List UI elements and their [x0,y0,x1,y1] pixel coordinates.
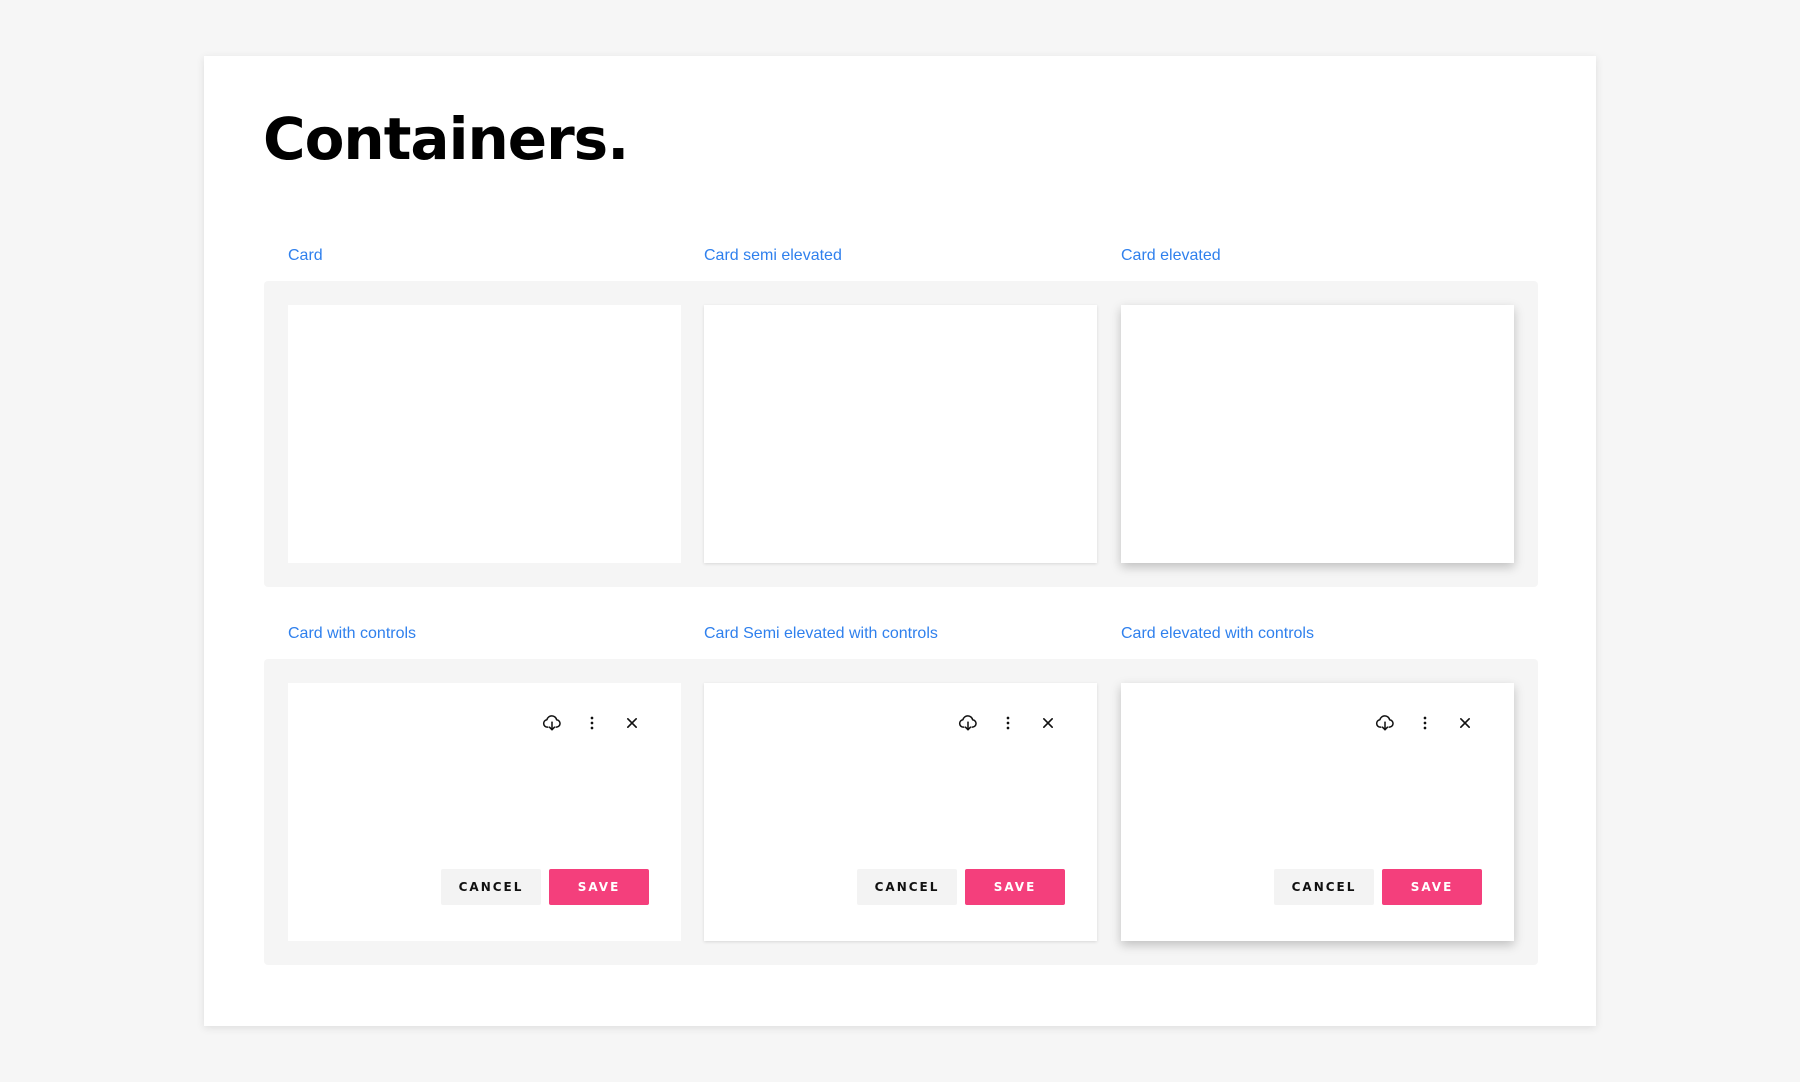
cancel-button[interactable]: CANCEL [857,869,957,905]
cancel-button[interactable]: CANCEL [1274,869,1374,905]
cards-panel [264,281,1538,587]
label-card-with-controls: Card with controls [288,625,417,642]
cloud-download-icon[interactable] [532,711,572,735]
card [288,305,681,563]
card-toolbar [948,711,1068,735]
card-toolbar [1365,711,1485,735]
label-card-elevated-with-controls: Card elevated with controls [1121,625,1314,642]
save-button[interactable]: SAVE [1382,869,1482,905]
close-icon[interactable] [1028,711,1068,735]
card-toolbar [532,711,652,735]
card-elevated [1121,305,1514,563]
card-actions: CANCEL SAVE [441,869,649,905]
card-semi-elevated [704,305,1097,563]
card-semi-elevated-with-controls: CANCEL SAVE [704,683,1097,941]
more-vert-icon[interactable] [988,711,1028,735]
label-card-elevated: Card elevated [1121,247,1221,264]
more-vert-icon[interactable] [1405,711,1445,735]
cloud-download-icon[interactable] [1365,711,1405,735]
card-actions: CANCEL SAVE [857,869,1065,905]
card-elevated-with-controls: CANCEL SAVE [1121,683,1514,941]
card-with-controls: CANCEL SAVE [288,683,681,941]
close-icon[interactable] [1445,711,1485,735]
save-button[interactable]: SAVE [549,869,649,905]
page-sheet: Containers. Card Card semi elevated Card… [204,56,1596,1026]
close-icon[interactable] [612,711,652,735]
label-card: Card [288,247,323,264]
cloud-download-icon[interactable] [948,711,988,735]
cancel-button[interactable]: CANCEL [441,869,541,905]
cards-with-controls-panel: CANCEL SAVE CANCEL SAVE CANCEL SAVE [264,659,1538,965]
save-button[interactable]: SAVE [965,869,1065,905]
card-actions: CANCEL SAVE [1274,869,1482,905]
more-vert-icon[interactable] [572,711,612,735]
label-card-semi-elevated-with-controls: Card Semi elevated with controls [704,625,938,642]
page-title: Containers. [263,105,629,173]
label-card-semi-elevated: Card semi elevated [704,247,842,264]
